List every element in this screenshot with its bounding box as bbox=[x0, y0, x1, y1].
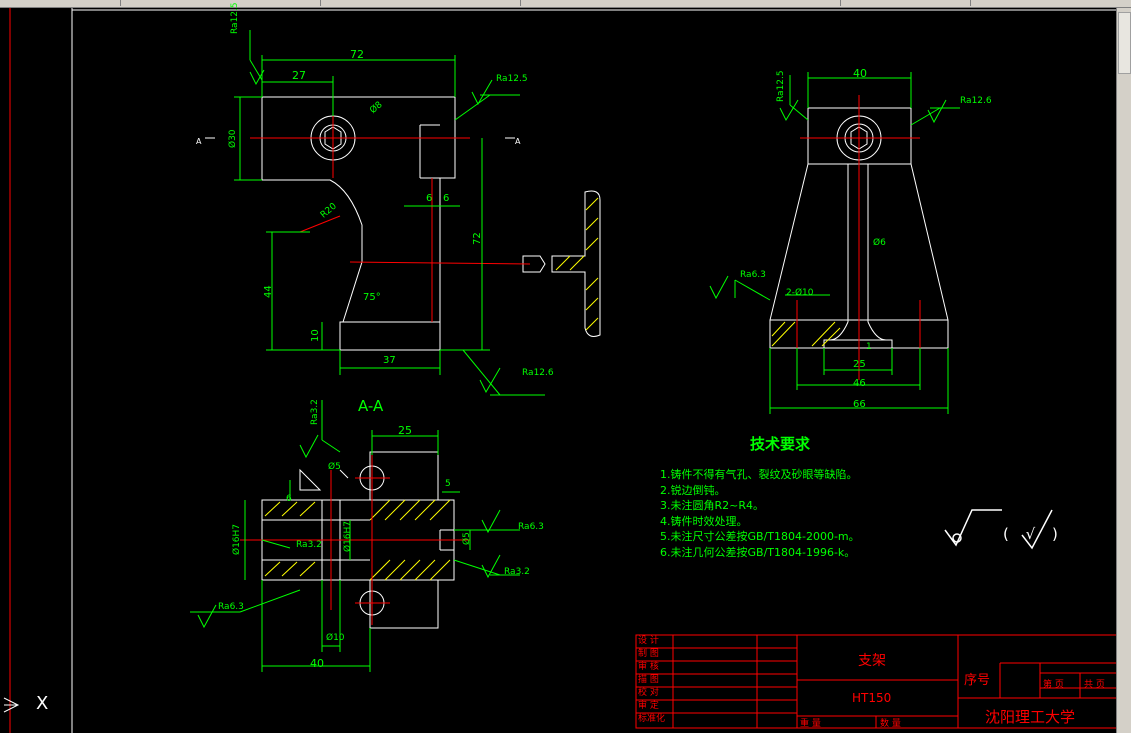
dim-front-rib1: 6 bbox=[426, 193, 433, 204]
title-block-left-rows: 设 计 制 图 审 核 描 图 校 对 审 定 标准化 bbox=[638, 635, 665, 726]
roughness-section-bore: Ra3.2 bbox=[296, 540, 322, 550]
dim-front-height: 72 bbox=[472, 232, 483, 245]
title-block-row: 设 计 bbox=[638, 636, 659, 646]
dim-front-boss-dia: Ø30 bbox=[228, 129, 238, 148]
dim-side-hole: Ø6 bbox=[873, 238, 886, 248]
dim-section-chamfer: 6 bbox=[286, 494, 292, 504]
seq-label: 序号 bbox=[964, 673, 991, 688]
sheet-label: 第 页 bbox=[1043, 680, 1064, 690]
ucs-x-label: X bbox=[36, 693, 49, 714]
dim-front-foot: 37 bbox=[383, 355, 396, 366]
front-center-lines bbox=[250, 100, 531, 322]
roughness-front-top-right: Ra12.5 bbox=[496, 74, 528, 84]
toolbar-segment[interactable] bbox=[840, 0, 971, 6]
cad-drawing-canvas[interactable] bbox=[0, 8, 1117, 733]
roughness-side-base: Ra6.3 bbox=[740, 270, 766, 280]
dim-section-bore-mid: Ø16H7 bbox=[343, 520, 353, 552]
title-block-row: 审 核 bbox=[638, 662, 659, 672]
ucs-icon: X bbox=[2, 690, 62, 720]
toolbar-segment[interactable] bbox=[520, 0, 841, 6]
tech-requirements-list: 1.铸件不得有气孔、裂纹及砂眼等缺陷。 2.锐边倒钝。 3.未注圆角R2~R4。… bbox=[660, 467, 860, 560]
dim-side-slot: 25 bbox=[853, 359, 866, 370]
scrollbar-thumb[interactable] bbox=[1118, 12, 1131, 74]
roughness-side-left: Ra12.5 bbox=[776, 70, 786, 102]
dim-section-pin: Ø5 bbox=[328, 462, 341, 472]
dim-section-length: 40 bbox=[310, 657, 324, 670]
section-mark-right: A bbox=[515, 137, 521, 146]
section-title: A-A bbox=[358, 397, 384, 415]
toolbar-segment[interactable] bbox=[0, 0, 121, 6]
roughness-section-left: Ra6.3 bbox=[218, 602, 244, 612]
dim-side-base-width: 66 bbox=[853, 399, 866, 410]
roughness-front-top-left: Ra12.5 bbox=[230, 2, 240, 34]
dim-front-base: 10 bbox=[310, 329, 321, 342]
dim-side-depth: 1 bbox=[866, 342, 872, 352]
title-block-row: 描 图 bbox=[638, 675, 659, 685]
title-block-row: 校 对 bbox=[638, 688, 659, 698]
weight-label: 重 量 bbox=[800, 719, 821, 729]
roughness-side-right: Ra12.6 bbox=[960, 96, 992, 106]
roughness-section-right-bottom: Ra3.2 bbox=[504, 567, 530, 577]
side-center-lines bbox=[796, 95, 921, 380]
dim-section-bottom-hole: Ø10 bbox=[326, 633, 345, 643]
dim-front-lower: 44 bbox=[263, 285, 274, 298]
dim-front-angle: 75° bbox=[363, 292, 381, 303]
tech-requirement-item: 2.锐边倒钝。 bbox=[660, 483, 726, 497]
school-name: 沈阳理工大学 bbox=[985, 708, 1076, 726]
title-block-row: 标准化 bbox=[638, 714, 666, 724]
total-sheet-label: 共 页 bbox=[1084, 680, 1105, 690]
tech-requirements-title: 技术要求 bbox=[750, 435, 811, 453]
tech-requirement-item: 5.未注尺寸公差按GB/T1804-2000-m。 bbox=[660, 530, 860, 543]
dim-section-step: 5 bbox=[445, 479, 451, 489]
toolbar-strip bbox=[0, 0, 1131, 8]
front-dimensions bbox=[234, 30, 545, 396]
roughness-front-bottom: Ra12.6 bbox=[522, 368, 554, 378]
dim-front-offset: 27 bbox=[292, 69, 306, 82]
tech-requirement-item: 4.铸件时效处理。 bbox=[660, 514, 748, 528]
tech-requirement-item: 1.铸件不得有气孔、裂纹及砂眼等缺陷。 bbox=[660, 468, 858, 481]
toolbar-segment[interactable] bbox=[320, 0, 521, 6]
side-hatch bbox=[771, 321, 841, 347]
dim-section-top: 25 bbox=[398, 424, 412, 437]
dim-section-bore-left: Ø16H7 bbox=[232, 523, 242, 555]
section-mark-left: A bbox=[196, 137, 202, 146]
title-block-row: 审 定 bbox=[638, 701, 659, 711]
tech-requirement-item: 6.未注几何公差按GB/T1804-1996-k。 bbox=[660, 545, 856, 559]
dim-side-top: 40 bbox=[853, 67, 867, 80]
vertical-scrollbar[interactable] bbox=[1116, 8, 1131, 733]
roughness-section-top: Ra3.2 bbox=[310, 399, 320, 425]
dim-side-holes-span: 46 bbox=[853, 378, 866, 389]
tech-requirement-item: 3.未注圆角R2~R4。 bbox=[660, 499, 764, 512]
dim-front-rib2: 6 bbox=[443, 193, 450, 204]
title-block-row: 制 图 bbox=[638, 649, 659, 659]
dim-section-right-hole: Ø5 bbox=[462, 532, 472, 545]
material: HT150 bbox=[852, 691, 892, 705]
front-view bbox=[261, 96, 601, 351]
dim-side-holes: 2-Ø10 bbox=[786, 288, 814, 298]
qty-label: 数 量 bbox=[880, 719, 901, 729]
toolbar-segment[interactable] bbox=[120, 0, 321, 6]
roughness-section-right-top: Ra6.3 bbox=[518, 522, 544, 532]
part-name: 支架 bbox=[858, 653, 886, 669]
roughness-note: ( √ ) bbox=[1003, 525, 1064, 543]
front-hatch bbox=[555, 197, 599, 331]
dim-front-width: 72 bbox=[350, 48, 364, 61]
side-dimensions bbox=[709, 72, 960, 414]
